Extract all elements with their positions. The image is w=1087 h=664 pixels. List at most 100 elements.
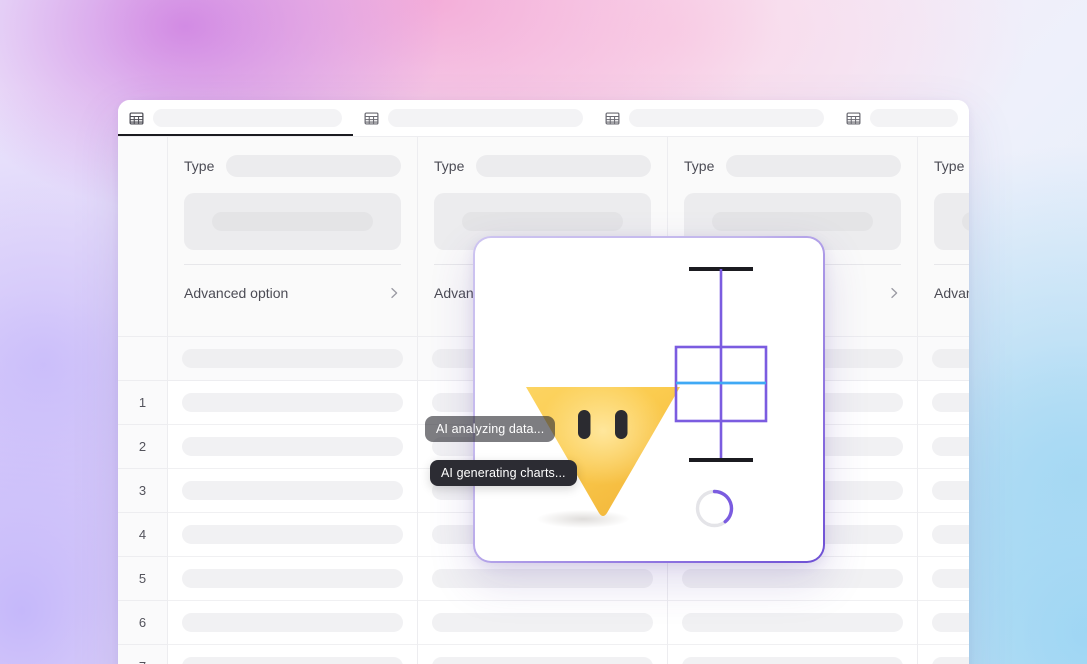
table-icon xyxy=(129,111,144,125)
column-type-label: Type xyxy=(684,158,715,174)
table-cell[interactable] xyxy=(668,645,917,664)
tooltip-ai-analyzing: AI analyzing data... xyxy=(425,416,556,442)
ai-progress-modal xyxy=(473,236,825,563)
cell-placeholder xyxy=(682,569,903,588)
row-number[interactable]: 6 xyxy=(118,601,167,645)
column-type-value-placeholder xyxy=(726,155,901,177)
column-type-row[interactable]: Type xyxy=(434,153,651,179)
sheet-column-4: Type Advanced option xyxy=(918,137,969,664)
advanced-option-label: Advanced option xyxy=(934,284,969,301)
cell-placeholder xyxy=(432,657,653,664)
table-cell[interactable] xyxy=(168,601,417,645)
row-number-gutter: 1 2 3 4 5 6 7 xyxy=(118,137,168,664)
tab-title-placeholder xyxy=(629,109,824,127)
cell-placeholder xyxy=(932,569,969,588)
table-cell[interactable] xyxy=(418,557,667,601)
ai-progress-modal-body xyxy=(475,238,823,561)
tab-sheet-2[interactable] xyxy=(353,100,594,136)
cell-placeholder xyxy=(182,525,403,544)
chevron-right-icon xyxy=(891,287,898,298)
cell-placeholder xyxy=(432,613,653,632)
table-cell[interactable] xyxy=(918,425,969,469)
cell-placeholder xyxy=(682,657,903,664)
cell-placeholder xyxy=(182,481,403,500)
cell-placeholder xyxy=(682,613,903,632)
table-icon xyxy=(364,111,379,125)
sheet-column-1: Type Advanced option xyxy=(168,137,418,664)
tab-title-placeholder xyxy=(388,109,583,127)
column-prompt-placeholder xyxy=(462,212,623,231)
cell-placeholder xyxy=(182,613,403,632)
column-type-label: Type xyxy=(934,158,965,174)
table-icon xyxy=(846,111,861,125)
column-header-placeholder xyxy=(932,349,969,368)
advanced-option-row-4[interactable]: Advanced option xyxy=(934,265,969,320)
column-config-card-1: Type Advanced option xyxy=(168,137,417,337)
table-cell[interactable] xyxy=(918,469,969,513)
tab-bar xyxy=(118,100,969,136)
table-cell[interactable] xyxy=(668,601,917,645)
cell-placeholder xyxy=(182,569,403,588)
row-number[interactable]: 4 xyxy=(118,513,167,557)
cell-placeholder xyxy=(932,657,969,664)
column-type-row[interactable]: Type xyxy=(684,153,901,179)
table-cell[interactable] xyxy=(918,557,969,601)
column-type-row[interactable]: Type xyxy=(184,153,401,179)
table-cell[interactable] xyxy=(168,469,417,513)
table-cell[interactable] xyxy=(168,557,417,601)
advanced-option-row-1[interactable]: Advanced option xyxy=(184,265,401,320)
tab-sheet-4[interactable] xyxy=(835,100,969,136)
row-number[interactable]: 5 xyxy=(118,557,167,601)
box-plot-icon xyxy=(674,267,768,462)
table-cell[interactable] xyxy=(168,381,417,425)
cell-placeholder xyxy=(432,569,653,588)
chevron-right-icon xyxy=(391,287,398,298)
column-header-1[interactable] xyxy=(168,337,417,381)
row-number[interactable]: 3 xyxy=(118,469,167,513)
table-icon xyxy=(605,111,620,125)
cell-placeholder xyxy=(182,393,403,412)
cell-placeholder xyxy=(182,437,403,456)
column-prompt-placeholder xyxy=(212,212,373,231)
table-cell[interactable] xyxy=(918,645,969,664)
table-cell[interactable] xyxy=(918,601,969,645)
cell-placeholder xyxy=(932,613,969,632)
column-prompt-box[interactable] xyxy=(934,193,969,250)
cell-placeholder xyxy=(932,525,969,544)
column-header-placeholder xyxy=(182,349,403,368)
gutter-header-spacer xyxy=(118,337,167,381)
table-cell[interactable] xyxy=(918,513,969,557)
table-cell[interactable] xyxy=(668,557,917,601)
table-cell[interactable] xyxy=(418,601,667,645)
row-number[interactable]: 1 xyxy=(118,381,167,425)
tab-sheet-1[interactable] xyxy=(118,100,353,136)
column-prompt-box[interactable] xyxy=(184,193,401,250)
row-number[interactable]: 2 xyxy=(118,425,167,469)
table-cell[interactable] xyxy=(168,513,417,557)
cell-placeholder xyxy=(182,657,403,664)
column-config-card-4: Type Advanced option xyxy=(918,137,969,337)
table-cell[interactable] xyxy=(918,381,969,425)
column-type-row[interactable]: Type xyxy=(934,153,969,179)
loading-spinner-icon xyxy=(695,489,734,528)
cell-placeholder xyxy=(932,393,969,412)
column-prompt-placeholder xyxy=(712,212,873,231)
gutter-config-spacer xyxy=(118,137,167,337)
column-type-label: Type xyxy=(184,158,215,174)
tab-sheet-3[interactable] xyxy=(594,100,835,136)
column-type-value-placeholder xyxy=(476,155,651,177)
cell-placeholder xyxy=(932,437,969,456)
table-cell[interactable] xyxy=(168,645,417,664)
tab-title-placeholder xyxy=(153,109,342,127)
row-number[interactable]: 7 xyxy=(118,645,167,664)
column-header-4[interactable] xyxy=(918,337,969,381)
tooltip-ai-generating: AI generating charts... xyxy=(430,460,577,486)
table-cell[interactable] xyxy=(418,645,667,664)
cell-placeholder xyxy=(932,481,969,500)
table-cell[interactable] xyxy=(168,425,417,469)
column-type-label: Type xyxy=(434,158,465,174)
column-prompt-placeholder xyxy=(962,212,969,231)
column-type-value-placeholder xyxy=(226,155,401,177)
advanced-option-label: Advanced option xyxy=(184,284,289,301)
tab-title-placeholder xyxy=(870,109,958,127)
